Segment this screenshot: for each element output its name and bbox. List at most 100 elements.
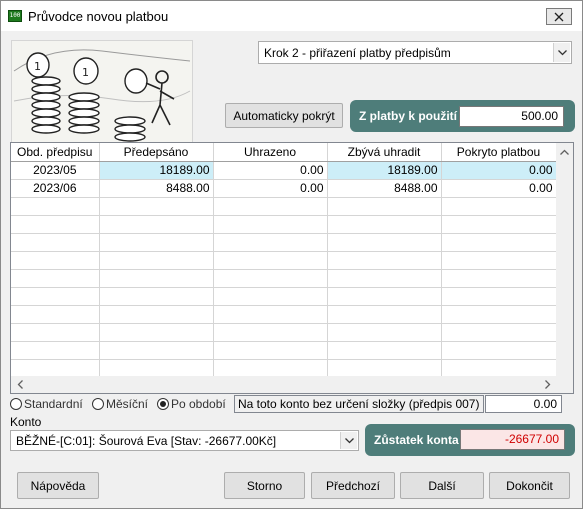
empty-cell bbox=[441, 197, 556, 216]
window-title: Průvodce novou platbou bbox=[28, 9, 169, 24]
empty-cell bbox=[11, 287, 100, 306]
step-dropdown-arrow[interactable] bbox=[553, 43, 570, 62]
scrollbar-corner bbox=[556, 376, 573, 393]
table-row-empty bbox=[11, 323, 556, 342]
covered-cell[interactable]: 0.00 bbox=[441, 161, 556, 180]
empty-cell bbox=[441, 305, 556, 324]
konto-label: Konto bbox=[10, 415, 42, 429]
empty-cell bbox=[99, 251, 214, 270]
empty-cell bbox=[99, 269, 214, 288]
step-dropdown-value: Krok 2 - přiřazení platby předpisům bbox=[264, 46, 451, 60]
empty-cell bbox=[327, 341, 442, 360]
payment-to-use-panel: Z platby k použití 500.00 bbox=[350, 100, 575, 132]
empty-cell bbox=[327, 251, 442, 270]
payment-to-use-value: 500.00 bbox=[459, 106, 564, 127]
empty-cell bbox=[441, 215, 556, 234]
help-button[interactable]: Nápověda bbox=[17, 472, 99, 499]
table-row-empty bbox=[11, 197, 556, 216]
empty-cell bbox=[441, 323, 556, 342]
svg-text:1: 1 bbox=[82, 66, 89, 79]
covered-cell[interactable]: 0.00 bbox=[441, 179, 556, 198]
column-header[interactable]: Obd. předpisu bbox=[11, 143, 100, 162]
cancel-button[interactable]: Storno bbox=[224, 472, 305, 499]
scroll-right-button[interactable] bbox=[539, 376, 556, 393]
grid-viewport: Obd. předpisu Předepsáno Uhrazeno Zbývá … bbox=[11, 143, 556, 376]
radio-standard[interactable]: Standardní bbox=[10, 396, 83, 412]
close-button[interactable] bbox=[546, 8, 572, 25]
empty-cell bbox=[441, 359, 556, 376]
empty-cell bbox=[11, 215, 100, 234]
empty-cell bbox=[213, 341, 328, 360]
empty-cell bbox=[99, 341, 214, 360]
empty-cell bbox=[327, 305, 442, 324]
table-row-empty bbox=[11, 305, 556, 324]
empty-cell bbox=[213, 269, 328, 288]
chevron-up-icon bbox=[560, 149, 569, 155]
radio-monthly-label: Měsíční bbox=[106, 397, 149, 411]
empty-cell bbox=[327, 287, 442, 306]
title-bar: 100 Průvodce novou platbou bbox=[1, 1, 582, 31]
column-header[interactable]: Pokryto platbou bbox=[441, 143, 556, 162]
radio-standard-indicator bbox=[10, 398, 22, 410]
table-header-row: Obd. předpisu Předepsáno Uhrazeno Zbývá … bbox=[11, 143, 556, 162]
column-header[interactable]: Zbývá uhradit bbox=[327, 143, 442, 162]
scroll-left-button[interactable] bbox=[11, 376, 28, 393]
empty-cell bbox=[213, 233, 328, 252]
table-row[interactable]: 2023/05 18189.00 0.00 18189.00 0.00 bbox=[11, 161, 556, 180]
prescriptions-grid[interactable]: Obd. předpisu Předepsáno Uhrazeno Zbývá … bbox=[10, 142, 574, 394]
empty-cell bbox=[11, 323, 100, 342]
coins-illustration: 1 1 bbox=[11, 40, 193, 150]
table-row[interactable]: 2023/06 8488.00 0.00 8488.00 0.00 bbox=[11, 179, 556, 198]
payment-to-use-label: Z platby k použití bbox=[359, 109, 457, 123]
empty-cell bbox=[11, 233, 100, 252]
table-row-empty bbox=[11, 359, 556, 376]
chevron-right-icon bbox=[544, 380, 550, 389]
empty-cell bbox=[11, 251, 100, 270]
empty-cell bbox=[99, 215, 214, 234]
unassigned-value[interactable]: 0.00 bbox=[485, 395, 562, 413]
empty-cell bbox=[213, 197, 328, 216]
previous-button[interactable]: Předchozí bbox=[311, 472, 395, 499]
table-row-empty bbox=[11, 233, 556, 252]
radio-monthly-indicator bbox=[92, 398, 104, 410]
radio-monthly[interactable]: Měsíční bbox=[92, 396, 148, 412]
chevron-left-icon bbox=[17, 380, 23, 389]
empty-cell bbox=[213, 359, 328, 376]
konto-dropdown[interactable]: BĚŽNÉ-[C:01]: Šourová Eva [Stav: -26677.… bbox=[10, 430, 359, 451]
vertical-scrollbar[interactable] bbox=[556, 143, 573, 376]
step-dropdown[interactable]: Krok 2 - přiřazení platby předpisům bbox=[258, 41, 572, 64]
empty-cell bbox=[99, 197, 214, 216]
radio-by-period[interactable]: Po období bbox=[157, 396, 226, 412]
scroll-up-button[interactable] bbox=[556, 143, 573, 160]
remaining-cell: 18189.00 bbox=[327, 161, 442, 180]
mode-radio-group: Standardní Měsíční Po období Na toto kon… bbox=[10, 395, 574, 413]
empty-cell bbox=[99, 287, 214, 306]
empty-cell bbox=[11, 359, 100, 376]
empty-cell bbox=[213, 305, 328, 324]
column-header[interactable]: Předepsáno bbox=[99, 143, 214, 162]
prescribed-cell: 18189.00 bbox=[99, 161, 214, 180]
empty-cell bbox=[441, 251, 556, 270]
app-icon: 100 bbox=[8, 10, 22, 22]
paid-cell: 0.00 bbox=[213, 179, 328, 198]
empty-cell bbox=[99, 305, 214, 324]
period-cell: 2023/05 bbox=[11, 161, 100, 180]
next-button[interactable]: Další bbox=[400, 472, 484, 499]
empty-cell bbox=[327, 233, 442, 252]
radio-standard-label: Standardní bbox=[24, 397, 83, 411]
auto-cover-button[interactable]: Automaticky pokrýt bbox=[225, 103, 343, 128]
empty-cell bbox=[327, 359, 442, 376]
column-header[interactable]: Uhrazeno bbox=[213, 143, 328, 162]
empty-cell bbox=[11, 269, 100, 288]
chevron-down-icon bbox=[557, 49, 567, 55]
horizontal-scrollbar[interactable] bbox=[11, 376, 556, 393]
finish-button[interactable]: Dokončit bbox=[489, 472, 570, 499]
account-balance-label: Zůstatek konta bbox=[374, 433, 459, 447]
empty-cell bbox=[213, 251, 328, 270]
empty-cell bbox=[213, 287, 328, 306]
radio-by-period-label: Po období bbox=[171, 397, 226, 411]
close-icon bbox=[554, 12, 564, 21]
konto-dropdown-arrow[interactable] bbox=[340, 432, 357, 449]
empty-cell bbox=[441, 269, 556, 288]
empty-cell bbox=[11, 341, 100, 360]
